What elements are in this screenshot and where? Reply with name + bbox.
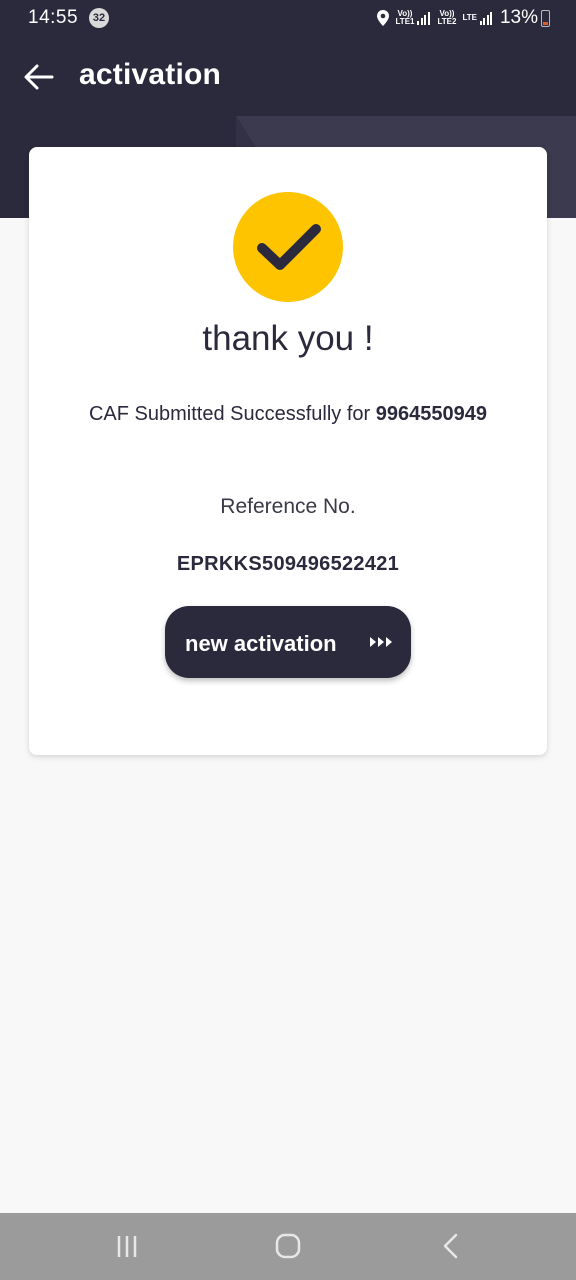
system-nav-bar [0, 1213, 576, 1280]
network-type-label: LTE [462, 13, 477, 22]
thank-you-heading: thank you ! [202, 319, 374, 358]
back-button[interactable] [22, 60, 56, 94]
success-badge [233, 192, 343, 302]
success-card: thank you ! CAF Submitted Successfully f… [29, 147, 547, 755]
sim2-signal-icon [479, 11, 494, 25]
status-time: 14:55 [28, 7, 79, 28]
home-button[interactable] [228, 1213, 348, 1280]
caf-status-text: CAF Submitted Successfully for 996455094… [29, 403, 547, 426]
page-title: activation [79, 58, 222, 91]
caf-mobile-number: 9964550949 [375, 403, 487, 425]
battery-icon [541, 9, 550, 27]
activation-screen: 14:55 32 Vo)) LTE1 Vo)) LTE2 LTE 13% act… [0, 0, 576, 1280]
recent-apps-button[interactable] [68, 1213, 188, 1280]
nav-back-button[interactable] [390, 1213, 510, 1280]
back-icon [443, 1233, 458, 1259]
sim1-signal-icon [417, 11, 431, 25]
reference-number: EPRKKS509496522421 [176, 553, 400, 575]
battery-percent: 13% [499, 7, 538, 28]
recent-apps-icon [117, 1236, 137, 1257]
caf-status-label: CAF Submitted Successfully for [88, 403, 376, 425]
location-icon [376, 10, 389, 26]
arrow-left-icon [24, 64, 54, 90]
status-icons: Vo)) LTE1 Vo)) LTE2 LTE 13% [376, 5, 550, 31]
sim2-label: Vo)) LTE2 [437, 9, 457, 26]
triple-chevron-right-icon [370, 637, 392, 647]
sim1-label: Vo)) LTE1 [395, 9, 415, 26]
checkmark-icon [257, 224, 321, 270]
new-activation-label: new activation [185, 631, 337, 656]
status-bar: 14:55 32 Vo)) LTE1 Vo)) LTE2 LTE 13% [0, 0, 576, 36]
notification-count-badge: 32 [89, 8, 109, 28]
new-activation-button[interactable]: new activation [165, 606, 411, 678]
home-icon [275, 1233, 301, 1259]
reference-label: Reference No. [220, 495, 356, 518]
